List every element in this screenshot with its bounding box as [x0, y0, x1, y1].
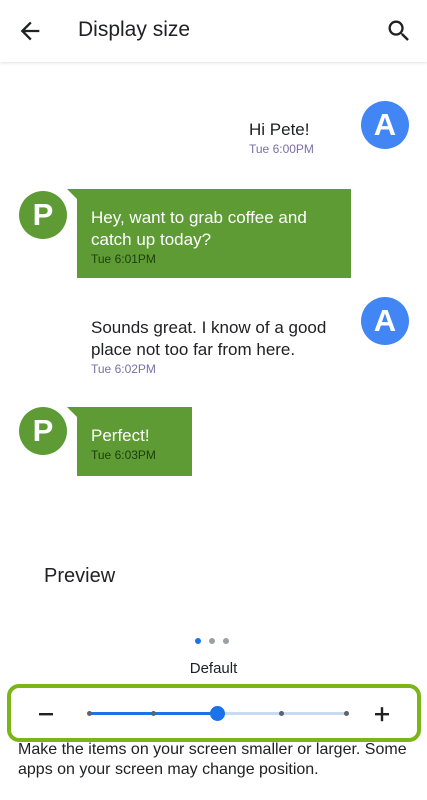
avatar-p: P: [19, 407, 67, 455]
message-4-bubble: Perfect! Tue 6:03PM: [67, 407, 192, 476]
size-slider-track[interactable]: [86, 706, 349, 721]
message-1-text: Hi Pete!: [249, 120, 310, 139]
bubble-tail: [67, 189, 79, 201]
size-slider-thumb[interactable]: [210, 706, 225, 721]
page-dot-2[interactable]: [209, 638, 215, 644]
size-label: Default: [189, 660, 238, 677]
message-2-text: Hey, want to grab coffee and catch up to…: [91, 208, 307, 249]
message-2-bubble: Hey, want to grab coffee and catch up to…: [67, 189, 351, 278]
search-icon[interactable]: [385, 17, 413, 45]
size-slider-tick: [279, 711, 285, 716]
size-slider-tick: [86, 711, 92, 716]
avatar-a: A: [361, 297, 409, 345]
message-3: Sounds great. I know of a good place not…: [91, 317, 351, 377]
page-indicator: [195, 638, 235, 646]
minus-icon[interactable]: [33, 703, 59, 725]
arrow-back-icon[interactable]: [16, 17, 44, 45]
bubble-tail: [67, 407, 79, 419]
message-3-text: Sounds great. I know of a good place not…: [91, 318, 327, 359]
page-dot-1[interactable]: [195, 638, 201, 644]
message-3-time: Tue 6:02PM: [91, 362, 156, 376]
message-4-time: Tue 6:03PM: [91, 448, 156, 462]
avatar-p: P: [19, 191, 67, 239]
page-title: Display size: [78, 18, 191, 41]
app-bar: Display size: [0, 0, 427, 62]
page-dot-3[interactable]: [223, 638, 229, 644]
message-1-time: Tue 6:00PM: [249, 142, 314, 156]
size-description: Make the items on your screen smaller or…: [18, 741, 407, 778]
message-1: Hi Pete! Tue 6:00PM: [249, 119, 314, 157]
size-slider-tick: [150, 711, 156, 716]
message-2-time: Tue 6:01PM: [91, 252, 156, 266]
size-slider-container: [7, 684, 421, 742]
avatar-a: A: [361, 101, 409, 149]
preview-label: Preview: [44, 565, 116, 587]
plus-icon[interactable]: [369, 703, 395, 725]
message-4-text: Perfect!: [91, 426, 150, 445]
size-slider-tick: [343, 711, 349, 716]
